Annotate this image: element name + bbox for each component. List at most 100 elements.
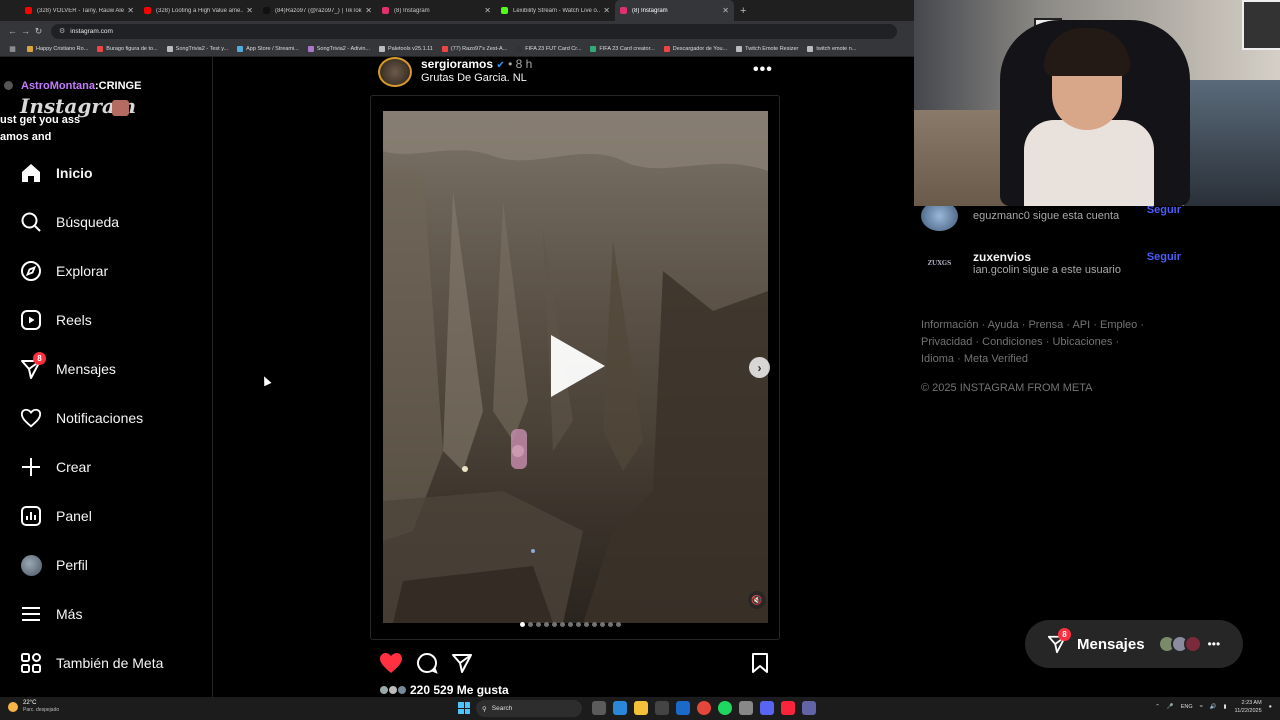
footer-link[interactable]: Meta Verified <box>964 353 1028 365</box>
carousel-dot <box>544 622 549 627</box>
chat-message: AstroMontana : CRINGE <box>0 77 141 94</box>
footer-link[interactable]: Información <box>921 319 978 331</box>
apps-grid-icon[interactable]: ▦ <box>6 45 19 53</box>
carousel-next-icon[interactable]: › <box>749 357 770 378</box>
bookmark-item[interactable]: Descargador de You... <box>663 45 727 52</box>
post-author-avatar[interactable] <box>378 57 412 87</box>
footer-link[interactable]: Empleo <box>1100 319 1137 331</box>
recent-chat-avatars <box>1157 635 1202 653</box>
post-username[interactable]: sergioramos <box>421 57 493 71</box>
forward-icon[interactable]: → <box>19 26 32 36</box>
sidebar-item-perfil[interactable]: Perfil <box>20 550 88 580</box>
bookmark-item[interactable]: App Store / Streami... <box>237 45 299 52</box>
bookmark-favicon-icon <box>663 45 670 52</box>
browser-tab[interactable]: Lexibility Stream - Watch Live o... ✕ <box>496 0 615 21</box>
bookmark-item[interactable]: twitch emote n... <box>807 45 857 52</box>
mute-icon[interactable]: 🔇 <box>748 591 766 609</box>
save-icon[interactable] <box>747 650 773 676</box>
music-icon[interactable] <box>781 701 795 715</box>
sidebar-item-tambien-de-meta[interactable]: También de Meta <box>20 648 163 678</box>
tray-chevron-icon[interactable]: ⌃ <box>1155 704 1160 710</box>
sidebar-item-reels[interactable]: Reels <box>20 305 92 335</box>
bookmark-item[interactable]: Happy Cristiano Ro... <box>27 45 88 52</box>
bookmark-item[interactable]: Burago figura de to... <box>97 45 158 52</box>
taskbar-search[interactable]: ⚲ Search <box>476 700 582 717</box>
bookmark-item[interactable]: SongTrivia2 - Adivin... <box>307 45 370 52</box>
store-icon[interactable] <box>655 701 669 715</box>
file-explorer-icon[interactable] <box>634 701 648 715</box>
tab-close-icon[interactable]: ✕ <box>603 6 610 15</box>
tab-close-icon[interactable]: ✕ <box>484 6 491 15</box>
battery-icon[interactable]: ▮ <box>1224 704 1227 710</box>
sidebar-item-inicio[interactable]: Inicio <box>20 158 93 188</box>
notifications-icon[interactable]: ● <box>1269 704 1272 710</box>
edge-icon[interactable] <box>613 701 627 715</box>
discord-icon[interactable] <box>760 701 774 715</box>
sidebar-item-busqueda[interactable]: Búsqueda <box>20 207 119 237</box>
likes-count[interactable]: 220 529 Me gusta <box>380 683 509 697</box>
browser-tab[interactable]: (328) Looting a High Value ame... ✕ <box>139 0 258 21</box>
suggestion-avatar[interactable]: ZUXGS <box>921 248 958 278</box>
follow-button[interactable]: Seguir <box>1147 251 1181 263</box>
tab-close-icon[interactable]: ✕ <box>722 6 729 15</box>
weather-widget[interactable]: 22°C Parc. despejado <box>8 700 59 714</box>
app-icon[interactable] <box>739 701 753 715</box>
sidebar-item-crear[interactable]: Crear <box>20 452 91 482</box>
more-options-icon[interactable]: ••• <box>753 61 773 79</box>
wifi-icon[interactable]: ≈ <box>1200 704 1203 710</box>
browser-tab[interactable]: (8) Instagram ✕ <box>615 0 734 21</box>
bookmark-label: twitch emote n... <box>816 45 857 52</box>
footer-link[interactable]: Prensa <box>1028 319 1063 331</box>
sidebar-item-mas[interactable]: Más <box>20 599 82 629</box>
footer-link[interactable]: API <box>1072 319 1090 331</box>
reload-icon[interactable]: ↻ <box>32 26 45 37</box>
suggestion-name[interactable]: zuxenvios <box>973 250 1121 264</box>
language-indicator[interactable]: ENG <box>1181 704 1193 710</box>
bookmark-item[interactable]: Paletools v25.1.11 <box>379 45 433 52</box>
tab-close-icon[interactable]: ✕ <box>365 6 372 15</box>
back-icon[interactable]: ← <box>6 26 19 36</box>
footer-link[interactable]: Idioma <box>921 353 954 365</box>
footer-separator: · <box>1090 319 1100 331</box>
site-info-icon[interactable]: ⚙ <box>59 27 65 35</box>
footer-link[interactable]: Ayuda <box>988 319 1019 331</box>
footer-link[interactable]: Ubicaciones <box>1052 336 1112 348</box>
post-header: sergioramos ✔ • 8 h Grutas De Garcia. NL… <box>378 57 778 89</box>
url-field[interactable]: ⚙ instagram.com <box>51 23 897 39</box>
browser-tab[interactable]: (84)Razo97 (@razo97_) | TikTok ✕ <box>258 0 377 21</box>
messenger-icon: 8 <box>20 352 46 380</box>
browser-tab[interactable]: (328) VOLVER - Tainy, Rauw Ale... ✕ <box>20 0 139 21</box>
messages-pill[interactable]: 8 Mensajes ••• <box>1025 620 1243 668</box>
bookmark-item[interactable]: Twitch Emote Resizer <box>736 45 798 52</box>
tab-close-icon[interactable]: ✕ <box>246 6 253 15</box>
browser-tab[interactable]: (8) Instagram ✕ <box>377 0 496 21</box>
teams-icon[interactable] <box>802 701 816 715</box>
outlook-icon[interactable] <box>676 701 690 715</box>
windows-start-icon[interactable] <box>458 702 470 714</box>
bookmark-item[interactable]: (77) Razo97's Zest-A... <box>441 45 507 52</box>
sidebar-item-explorar[interactable]: Explorar <box>20 256 108 286</box>
bookmark-item[interactable]: SongTrivia2 - Test y... <box>166 45 228 52</box>
bookmark-item[interactable]: FIFA 23 Card creator... <box>590 45 655 52</box>
new-tab-icon[interactable]: + <box>740 5 746 17</box>
sidebar-item-mensajes[interactable]: 8 Mensajes <box>20 352 116 384</box>
tab-close-icon[interactable]: ✕ <box>127 6 134 15</box>
volume-icon[interactable]: 🔊 <box>1210 704 1217 710</box>
post-location[interactable]: Grutas De Garcia. NL <box>421 72 527 84</box>
chrome-icon[interactable] <box>697 701 711 715</box>
post-video[interactable] <box>383 111 768 623</box>
play-icon[interactable] <box>551 335 605 397</box>
sidebar-item-panel[interactable]: Panel <box>20 501 92 531</box>
share-icon[interactable] <box>449 650 475 676</box>
bookmark-item[interactable]: FIFA 23 FUT Card Cr... <box>516 45 581 52</box>
mic-icon[interactable]: 🎤 <box>1167 704 1174 710</box>
sidebar-item-notificaciones[interactable]: Notificaciones <box>20 403 143 433</box>
footer-link[interactable]: Condiciones <box>982 336 1043 348</box>
chat-message: amos and <box>0 128 141 145</box>
like-icon[interactable] <box>378 650 404 676</box>
comment-icon[interactable] <box>414 650 440 676</box>
footer-link[interactable]: Privacidad <box>921 336 972 348</box>
task-view-icon[interactable] <box>592 701 606 715</box>
clock[interactable]: 2:23 AM 11/22/2025 <box>1235 699 1262 715</box>
spotify-icon[interactable] <box>718 701 732 715</box>
